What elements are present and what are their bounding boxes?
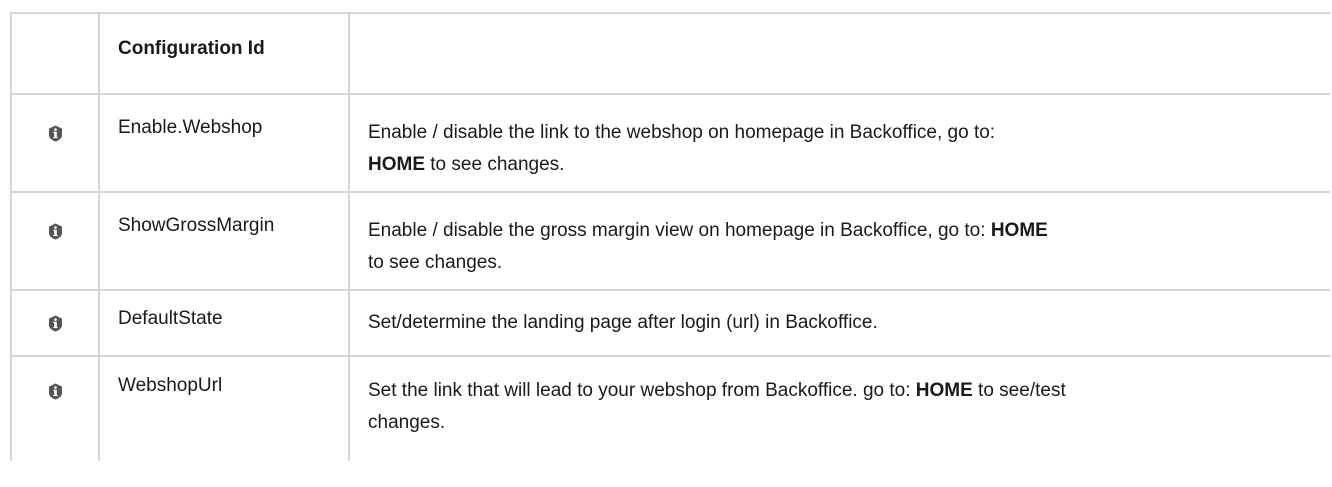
- description-bold-home: HOME: [368, 154, 425, 175]
- table-row: ShowGrossMargin Enable / disable the gro…: [10, 193, 1330, 291]
- description-bold-home: HOME: [990, 220, 1048, 241]
- config-description: Enable / disable the link to the webshop…: [350, 95, 1330, 191]
- config-id: Enable.Webshop: [100, 95, 350, 191]
- config-description: Set the link that will lead to your webs…: [350, 357, 1330, 461]
- description-tail: to see changes.: [368, 252, 503, 273]
- description-text: Set/determine the landing page after log…: [368, 312, 878, 333]
- icon-cell: [10, 291, 100, 355]
- description-text: Set the link that will lead to your webs…: [368, 380, 916, 401]
- info-icon[interactable]: [48, 383, 63, 400]
- description-text: Enable / disable the link to the webshop…: [368, 122, 996, 143]
- icon-cell: [10, 95, 100, 191]
- table-row: DefaultState Set/determine the landing p…: [10, 291, 1330, 357]
- config-description: Enable / disable the gross margin view o…: [350, 193, 1330, 289]
- description-tail: to see changes.: [425, 154, 565, 175]
- header-icon-cell: [10, 14, 100, 93]
- configuration-table: Configuration Id Enable.Webshop Enable /…: [10, 12, 1330, 461]
- config-id: ShowGrossMargin: [100, 193, 350, 289]
- config-description: Set/determine the landing page after log…: [350, 291, 1330, 355]
- table-header-row: Configuration Id: [10, 12, 1330, 95]
- table-row: Enable.Webshop Enable / disable the link…: [10, 95, 1330, 193]
- table-row: WebshopUrl Set the link that will lead t…: [10, 357, 1330, 461]
- icon-cell: [10, 193, 100, 289]
- info-icon[interactable]: [48, 223, 63, 240]
- config-id: DefaultState: [100, 291, 350, 355]
- description-bold-home: HOME: [915, 380, 973, 401]
- info-icon[interactable]: [48, 125, 63, 142]
- description-text: Enable / disable the gross margin view o…: [368, 220, 991, 241]
- header-description: [350, 14, 1330, 93]
- config-id: WebshopUrl: [100, 357, 350, 461]
- info-icon[interactable]: [48, 315, 63, 332]
- header-configuration-id: Configuration Id: [100, 14, 350, 93]
- icon-cell: [10, 357, 100, 461]
